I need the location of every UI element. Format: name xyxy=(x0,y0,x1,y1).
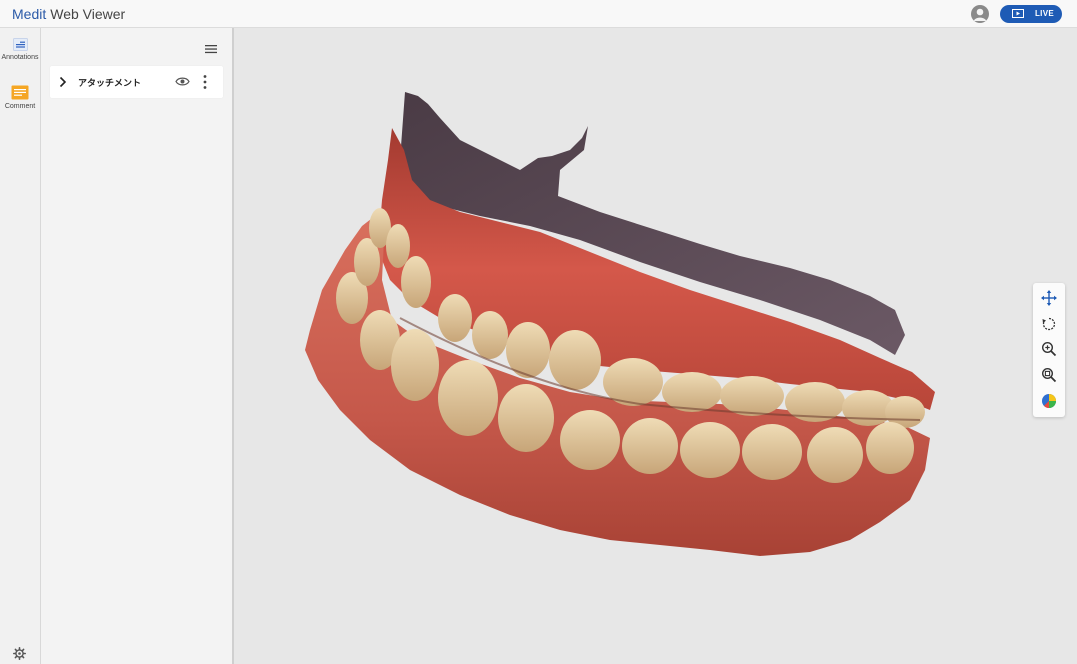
user-avatar-icon[interactable] xyxy=(971,5,989,23)
annotations-icon xyxy=(12,38,28,51)
rail-annotations[interactable]: Annotations xyxy=(0,38,40,61)
live-label: LIVE xyxy=(1035,9,1054,18)
color-map-icon[interactable] xyxy=(1040,392,1058,410)
layer-row[interactable]: アタッチメント xyxy=(50,66,223,98)
pan-icon[interactable] xyxy=(1040,289,1058,307)
app-title: Medit Web Viewer xyxy=(12,6,125,22)
zoom-in-icon[interactable] xyxy=(1040,340,1058,358)
view-toolbar xyxy=(1033,283,1065,417)
eye-icon[interactable] xyxy=(175,76,190,87)
3d-viewport[interactable] xyxy=(234,28,1077,664)
comment-icon xyxy=(11,85,29,100)
zoom-fit-icon[interactable] xyxy=(1040,366,1058,384)
chevron-right-icon[interactable] xyxy=(59,76,67,88)
layer-label: アタッチメント xyxy=(78,78,142,88)
brand-medit: Medit xyxy=(12,6,47,22)
hamburger-menu-icon[interactable] xyxy=(205,44,217,54)
brand-web-viewer: Web Viewer xyxy=(50,6,126,22)
rotate-icon[interactable] xyxy=(1040,315,1058,333)
app-header: Medit Web Viewer LIVE xyxy=(0,0,1077,28)
left-rail: Annotations Comment xyxy=(0,28,41,664)
layers-panel: アタッチメント xyxy=(41,28,234,664)
live-button[interactable]: LIVE xyxy=(1000,5,1062,23)
rail-annotations-label: Annotations xyxy=(1,54,39,61)
rail-comment[interactable]: Comment xyxy=(0,85,40,110)
gear-icon[interactable] xyxy=(13,647,26,660)
kebab-menu-icon[interactable] xyxy=(203,74,207,90)
live-screen-icon xyxy=(1012,9,1024,18)
rail-comment-label: Comment xyxy=(4,103,36,110)
dental-scan-model[interactable] xyxy=(234,28,1077,664)
